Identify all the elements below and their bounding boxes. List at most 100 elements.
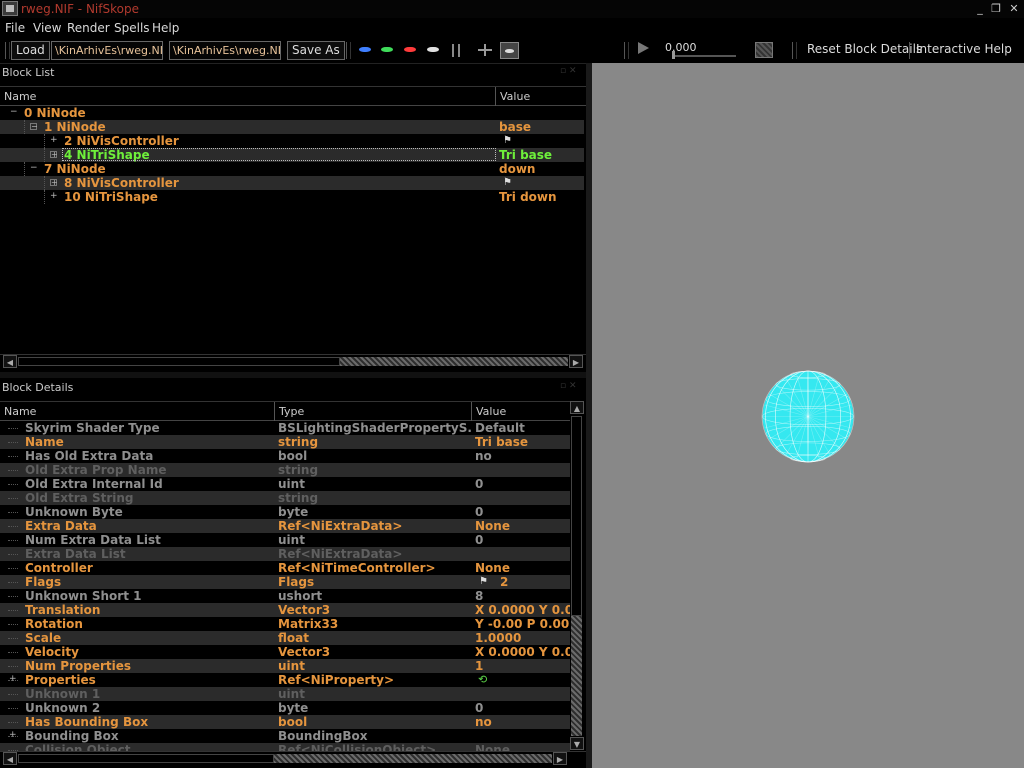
col-value-header[interactable]: Value bbox=[496, 87, 586, 106]
bones-icon[interactable] bbox=[452, 44, 460, 57]
time-slider[interactable] bbox=[672, 55, 736, 57]
green-eye-icon[interactable] bbox=[381, 47, 393, 52]
loop-icon[interactable] bbox=[755, 42, 773, 58]
block-list-hscrollbar[interactable]: ◀ ▶ bbox=[0, 354, 586, 368]
col-name-header[interactable]: Name bbox=[0, 87, 496, 106]
dock-float-icon[interactable]: ▫ ✕ bbox=[560, 66, 577, 76]
panel-splitter[interactable] bbox=[0, 372, 586, 378]
scroll-up-icon[interactable]: ▲ bbox=[570, 401, 584, 414]
scroll-thumb[interactable] bbox=[571, 416, 582, 616]
menu-help[interactable]: Help bbox=[152, 20, 179, 36]
scroll-thumb[interactable] bbox=[18, 357, 340, 366]
block-details-table[interactable]: Skyrim Shader Type BSLightingShaderProper… bbox=[0, 421, 570, 751]
field-value[interactable]: 1 bbox=[475, 659, 570, 673]
detail-row[interactable]: Old Extra Prop Name string bbox=[0, 463, 570, 477]
red-eye-icon[interactable] bbox=[404, 47, 416, 52]
expand-icon[interactable]: + bbox=[9, 675, 17, 684]
detail-row[interactable]: Velocity Vector3 X 0.0000 Y 0.0000 Z 0.000… bbox=[0, 645, 570, 659]
dock-float-icon[interactable]: ▫ ✕ bbox=[560, 381, 577, 391]
detail-row[interactable]: Has Old Extra Data bool no bbox=[0, 449, 570, 463]
tree-row[interactable]: +10 NiTriShape Tri down bbox=[0, 190, 584, 204]
scroll-left-icon[interactable]: ◀ bbox=[3, 752, 17, 765]
sphere-mesh[interactable] bbox=[761, 370, 855, 463]
field-value[interactable]: None bbox=[475, 561, 570, 575]
field-value[interactable]: no bbox=[475, 449, 570, 463]
detail-row[interactable]: Name string Tri base bbox=[0, 435, 570, 449]
collapse-icon[interactable]: − bbox=[30, 123, 38, 131]
play-icon[interactable] bbox=[638, 42, 649, 54]
detail-row[interactable]: Extra Data List Ref<NiExtraData> bbox=[0, 547, 570, 561]
field-value[interactable]: Default bbox=[475, 421, 570, 435]
detail-row[interactable]: Unknown 1 uint bbox=[0, 687, 570, 701]
field-value[interactable] bbox=[475, 687, 570, 701]
close-button[interactable]: ✕ bbox=[1007, 2, 1021, 15]
expand-icon[interactable]: + bbox=[50, 136, 58, 145]
tree-row[interactable]: −0 NiNode bbox=[0, 106, 584, 120]
detail-row[interactable]: Scale float 1.0000 bbox=[0, 631, 570, 645]
time-slider-handle[interactable] bbox=[672, 51, 675, 59]
detail-row[interactable]: Unknown Short 1 ushort 8 bbox=[0, 589, 570, 603]
detail-row[interactable]: Translation Vector3 X 0.0000 Y 0.0000 Z 0.… bbox=[0, 603, 570, 617]
block-details-vscrollbar[interactable]: ▲ ▼ bbox=[570, 401, 584, 751]
scroll-down-icon[interactable]: ▼ bbox=[570, 737, 584, 750]
expand-icon[interactable]: + bbox=[50, 151, 58, 159]
field-value[interactable] bbox=[475, 547, 570, 561]
save-as-button[interactable]: Save As bbox=[287, 41, 345, 60]
detail-row[interactable]: Extra Data Ref<NiExtraData> None bbox=[0, 519, 570, 533]
scroll-track[interactable] bbox=[571, 616, 582, 736]
field-value[interactable]: Y -0.00 P 0.00 R 0.00 bbox=[475, 617, 570, 631]
menu-render[interactable]: Render bbox=[67, 20, 110, 36]
detail-row[interactable]: Num Extra Data List uint 0 bbox=[0, 533, 570, 547]
scroll-track[interactable] bbox=[274, 754, 552, 763]
detail-row[interactable]: Has Bounding Box bool no bbox=[0, 715, 570, 729]
field-value[interactable]: 8 bbox=[475, 589, 570, 603]
field-value[interactable]: 0 bbox=[475, 477, 570, 491]
scroll-track[interactable] bbox=[340, 357, 568, 366]
expand-icon[interactable]: + bbox=[50, 192, 58, 201]
restore-button[interactable]: ❐ bbox=[989, 2, 1003, 15]
field-value[interactable] bbox=[475, 673, 570, 687]
detail-row[interactable]: Flags Flags ⚑ 2 bbox=[0, 575, 570, 589]
toolbar-grip[interactable] bbox=[624, 42, 629, 59]
menu-spells[interactable]: Spells bbox=[114, 20, 150, 36]
detail-row[interactable]: Skyrim Shader Type BSLightingShaderProper… bbox=[0, 421, 570, 435]
detail-row[interactable]: Unknown 2 byte 0 bbox=[0, 701, 570, 715]
menu-view[interactable]: View bbox=[33, 20, 61, 36]
collapse-icon[interactable]: − bbox=[10, 108, 18, 117]
expand-icon[interactable]: + bbox=[50, 179, 58, 187]
scroll-right-icon[interactable]: ▶ bbox=[569, 355, 583, 368]
tree-row[interactable]: +2 NiVisController ⚑ bbox=[0, 134, 584, 148]
save-path-field[interactable]: \KinArhivEs\rweg.NIF bbox=[169, 41, 281, 60]
toolbar-grip[interactable] bbox=[792, 42, 797, 59]
tree-row[interactable]: +8 NiVisController ⚑ bbox=[0, 176, 584, 190]
detail-row[interactable]: Rotation Matrix33 Y -0.00 P 0.00 R 0.00 bbox=[0, 617, 570, 631]
toolbar-grip[interactable] bbox=[5, 42, 10, 59]
field-value[interactable]: 0 bbox=[475, 701, 570, 715]
tree-row[interactable]: −1 NiNode base bbox=[0, 120, 584, 134]
field-value[interactable]: no bbox=[475, 715, 570, 729]
detail-row[interactable]: Collision Object Ref<NiCollisionObject> No… bbox=[0, 743, 570, 751]
reset-block-details-button[interactable]: Reset Block Details bbox=[807, 41, 922, 57]
block-list-tree[interactable]: −0 NiNode −1 NiNode base +2 NiVisController… bbox=[0, 106, 586, 354]
field-value[interactable]: None bbox=[475, 743, 570, 751]
white-eye-icon[interactable] bbox=[427, 47, 439, 52]
blue-eye-icon[interactable] bbox=[359, 47, 371, 52]
field-value[interactable]: X 0.0000 Y 0.0000 Z 0.0000 bbox=[475, 603, 570, 617]
tree-row[interactable]: +4 NiTriShape Tri base bbox=[0, 148, 584, 162]
show-nodes-icon[interactable] bbox=[500, 42, 519, 59]
scroll-right-icon[interactable]: ▶ bbox=[553, 752, 567, 765]
scroll-thumb[interactable] bbox=[18, 754, 274, 763]
field-value[interactable]: 2 bbox=[500, 575, 570, 589]
detail-row[interactable]: Unknown Byte byte 0 bbox=[0, 505, 570, 519]
block-details-hscrollbar[interactable]: ◀ ▶ bbox=[0, 751, 586, 765]
field-value[interactable]: 0 bbox=[475, 505, 570, 519]
field-value[interactable]: None bbox=[475, 519, 570, 533]
detail-row[interactable]: Controller Ref<NiTimeController> None bbox=[0, 561, 570, 575]
tree-row[interactable]: −7 NiNode down bbox=[0, 162, 584, 176]
load-button[interactable]: Load bbox=[11, 41, 50, 60]
toolbar-grip[interactable] bbox=[346, 42, 351, 59]
field-value[interactable] bbox=[475, 729, 570, 743]
expand-icon[interactable]: + bbox=[9, 731, 17, 740]
collapse-icon[interactable]: − bbox=[30, 164, 38, 173]
field-value[interactable]: 1.0000 bbox=[475, 631, 570, 645]
